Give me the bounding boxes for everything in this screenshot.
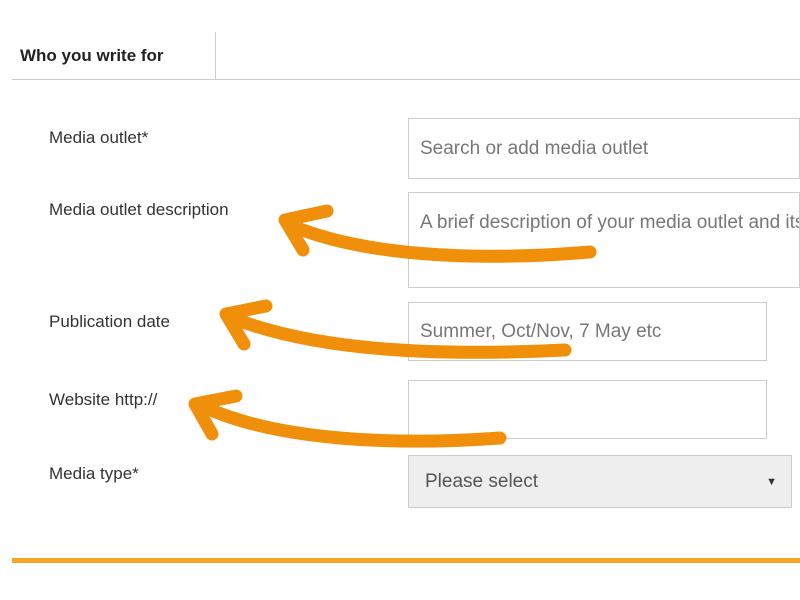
media-type-selected-value: Please select bbox=[425, 470, 539, 492]
tab-label: Who you write for bbox=[20, 46, 164, 65]
arrowhead-icon bbox=[278, 204, 334, 257]
media-outlet-label: Media outlet* bbox=[49, 128, 149, 147]
publication-date-placeholder: Summer, Oct/Nov, 7 May etc bbox=[420, 320, 662, 342]
media-type-label: Media type* bbox=[49, 464, 139, 483]
media-outlet-description-label: Media outlet description bbox=[49, 200, 229, 219]
tab-divider bbox=[12, 79, 800, 80]
website-input[interactable] bbox=[408, 380, 767, 439]
publication-date-label: Publication date bbox=[49, 312, 170, 331]
media-outlet-description-textarea[interactable]: A brief description of your media outlet… bbox=[408, 192, 800, 288]
media-type-select[interactable]: Please select ▼ bbox=[408, 455, 792, 508]
media-outlet-input[interactable]: Search or add media outlet bbox=[408, 118, 800, 179]
media-outlet-description-placeholder: A brief description of your media outlet… bbox=[420, 212, 799, 233]
tab-who-you-write-for[interactable]: Who you write for bbox=[12, 32, 216, 80]
accent-divider bbox=[12, 558, 800, 563]
arrowhead-icon bbox=[219, 299, 273, 351]
chevron-down-icon: ▼ bbox=[766, 475, 777, 488]
annotation-arrows bbox=[188, 204, 597, 448]
form-page: Who you write for Media outlet* Search o… bbox=[0, 0, 800, 600]
website-label: Website http:// bbox=[49, 390, 158, 409]
arrowhead-icon bbox=[188, 389, 243, 441]
publication-date-input[interactable]: Summer, Oct/Nov, 7 May etc bbox=[408, 302, 767, 361]
media-outlet-placeholder: Search or add media outlet bbox=[420, 137, 649, 159]
